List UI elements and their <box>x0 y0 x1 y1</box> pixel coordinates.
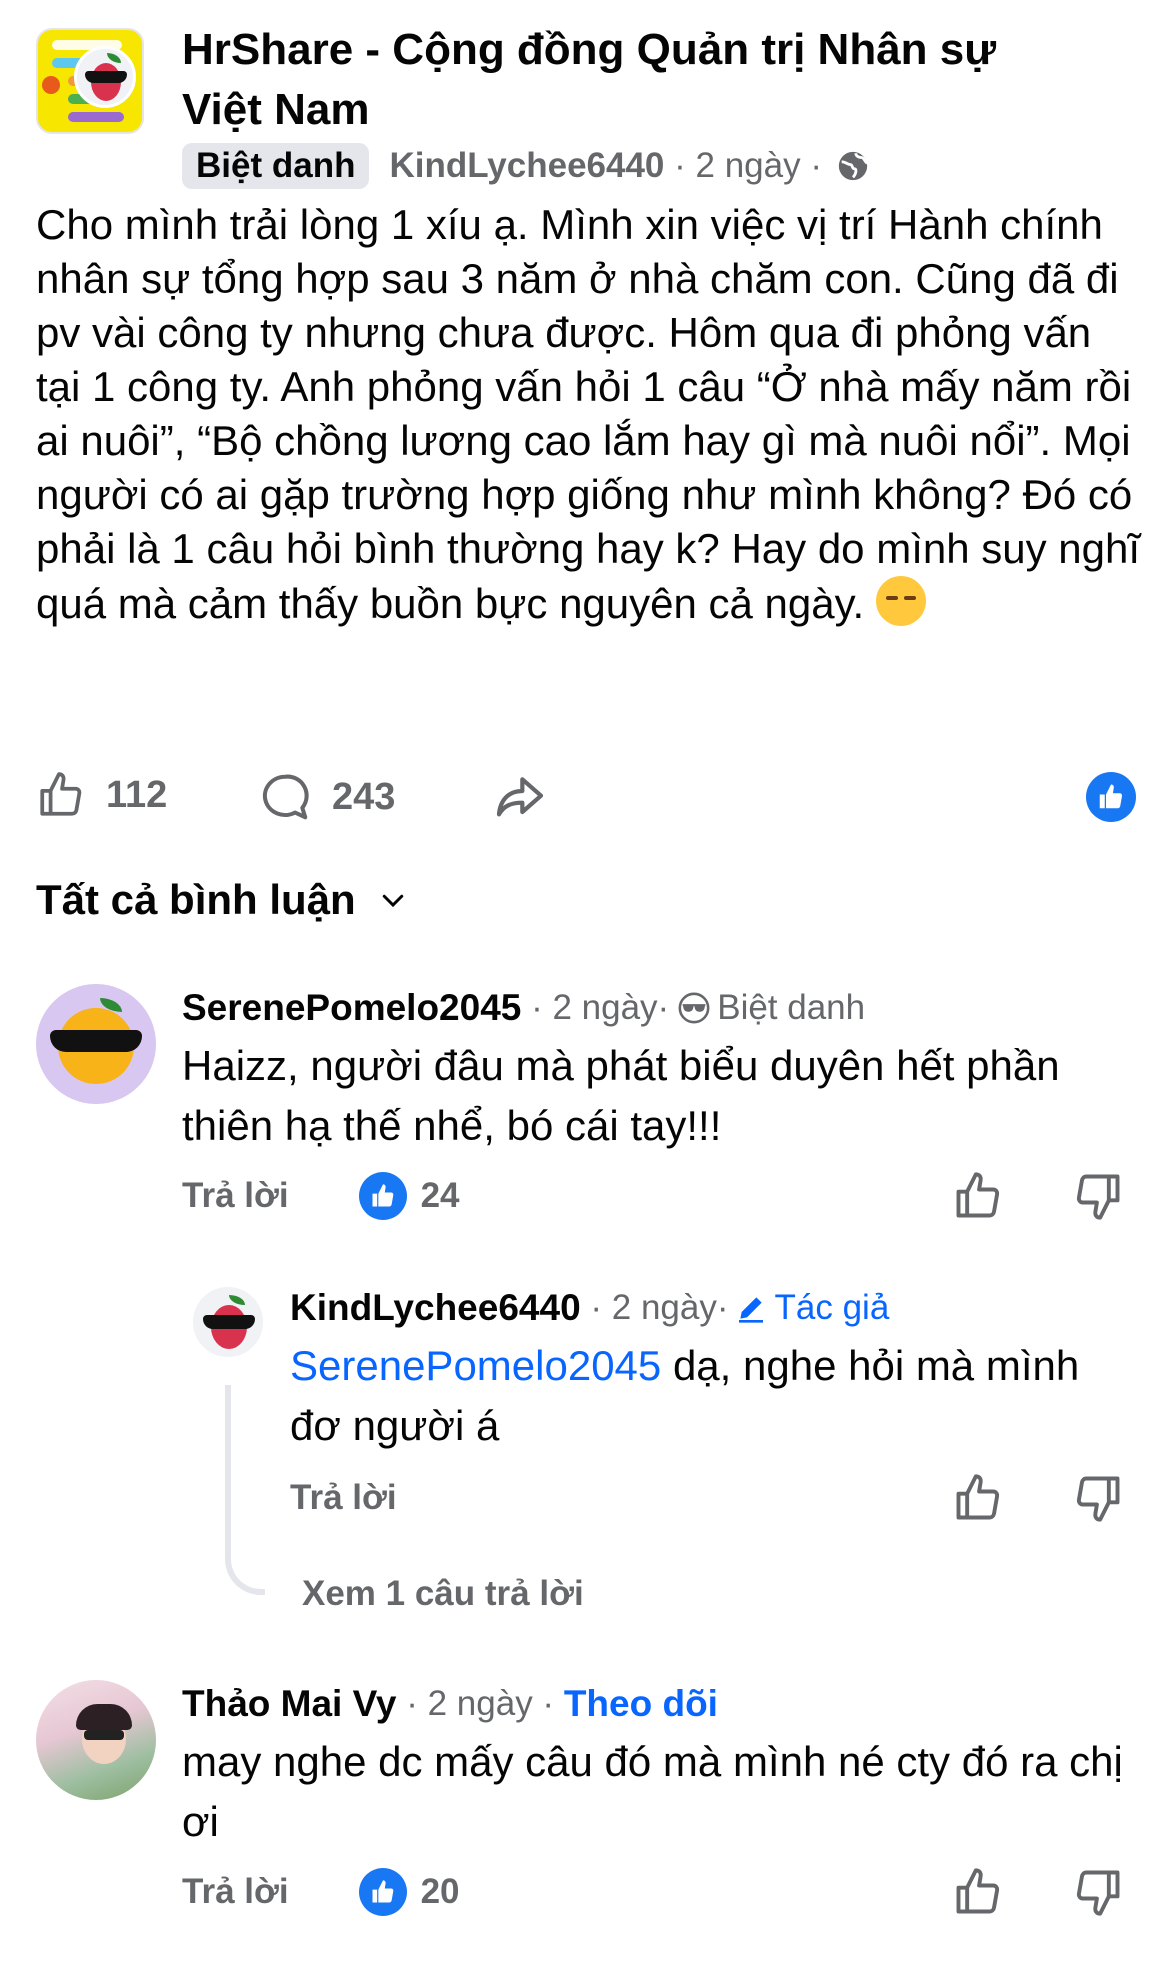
comment-text: Haizz, người đâu mà phát biểu duyên hết … <box>182 1042 1060 1149</box>
post-meta: Biệt danh KindLychee6440 · 2 ngày · <box>182 142 870 190</box>
nickname-badge: Biệt danh <box>182 143 370 189</box>
reply-header: KindLychee6440 · 2 ngày· Tác giả <box>290 1280 1150 1336</box>
upvote-icon[interactable] <box>952 1170 1004 1231</box>
upvote-icon[interactable] <box>952 1472 1004 1533</box>
downvote-icon[interactable] <box>1072 1170 1124 1231</box>
comment-text: may nghe dc mấy câu đó mà mình né cty đó… <box>182 1738 1123 1845</box>
upvote-icon[interactable] <box>952 1866 1004 1927</box>
comment-actions: Trả lời 20 <box>182 1864 1142 1920</box>
comment-time: · 2 ngày· <box>521 988 670 1027</box>
post-body-text: Cho mình trải lòng 1 xíu ạ. Mình xin việ… <box>36 201 1141 627</box>
thread-line <box>225 1385 265 1595</box>
comments-header-label: Tất cả bình luận <box>36 876 356 923</box>
post-time: 2 ngày <box>695 146 801 185</box>
chevron-down-icon <box>382 894 403 908</box>
reply-author-avatar[interactable] <box>190 1284 266 1360</box>
comment-time: · 2 ngày · <box>396 1684 564 1723</box>
separator: · <box>800 146 832 185</box>
pensive-face-emoji <box>875 576 926 626</box>
comment-header: Thảo Mai Vy · 2 ngày · Theo dõi <box>182 1676 1142 1732</box>
share-button[interactable] <box>492 770 568 826</box>
like-count: 112 <box>106 773 168 816</box>
author-badge: Tác giả <box>735 1288 890 1328</box>
see-replies-link[interactable]: Xem 1 câu trả lời <box>302 1566 584 1622</box>
comment-like-count: 20 <box>420 1872 460 1911</box>
mention-link[interactable]: SerenePomelo2045 <box>290 1342 661 1389</box>
reply-button[interactable]: Trả lời <box>182 1176 289 1216</box>
pencil-icon <box>738 1297 763 1323</box>
reply-actions: Trả lời <box>290 1470 1150 1526</box>
like-button[interactable]: 112 <box>36 770 167 820</box>
reply-text: SerenePomelo2045 dạ, nghe hỏi mà mình đơ… <box>290 1336 1120 1456</box>
post-actions: 112 243 <box>36 766 1136 830</box>
comment-count: 243 <box>332 775 396 818</box>
commenter-name[interactable]: Thảo Mai Vy <box>182 1683 397 1725</box>
reply-button[interactable]: Trả lời <box>290 1478 397 1518</box>
commenter-name[interactable]: SerenePomelo2045 <box>182 987 521 1029</box>
share-arrow-icon <box>496 777 544 817</box>
like-reaction-icon <box>358 1868 407 1916</box>
follow-button[interactable]: Theo dõi <box>564 1683 718 1725</box>
like-reaction-icon <box>358 1172 407 1220</box>
thumbs-up-icon <box>40 772 82 816</box>
comment-button[interactable]: 243 <box>258 770 395 824</box>
comment-like-count: 24 <box>420 1176 460 1215</box>
reply-author-name[interactable]: KindLychee6440 <box>290 1287 581 1329</box>
nickname-badge-label: Biệt danh <box>717 988 866 1027</box>
comment-bubble-icon <box>262 774 309 820</box>
reply-button[interactable]: Trả lời <box>182 1872 289 1912</box>
sunglasses-icon <box>678 992 710 1024</box>
comments-sort-dropdown[interactable]: Tất cả bình luận <box>36 876 408 924</box>
downvote-icon[interactable] <box>1072 1866 1124 1927</box>
post-body: Cho mình trải lòng 1 xíu ạ. Mình xin việ… <box>36 198 1146 631</box>
globe-icon <box>836 149 870 183</box>
nickname-badge: Biệt danh <box>677 988 865 1028</box>
commenter-avatar[interactable] <box>36 1680 156 1800</box>
downvote-icon[interactable] <box>1072 1472 1124 1533</box>
reaction-like-icon[interactable] <box>1086 772 1136 822</box>
post-author[interactable]: KindLychee6440 <box>389 146 664 186</box>
group-name[interactable]: HrShare - Cộng đồng Quản trị Nhân sự Việ… <box>182 20 1082 140</box>
author-badge-label: Tác giả <box>774 1288 890 1327</box>
reply-time: · 2 ngày· <box>580 1288 729 1327</box>
comment-actions: Trả lời 24 <box>182 1168 1142 1224</box>
separator: · <box>664 146 696 185</box>
comment-header: SerenePomelo2045 · 2 ngày· Biệt danh <box>182 980 1142 1036</box>
author-avatar[interactable] <box>74 46 136 108</box>
commenter-avatar[interactable] <box>36 984 156 1104</box>
